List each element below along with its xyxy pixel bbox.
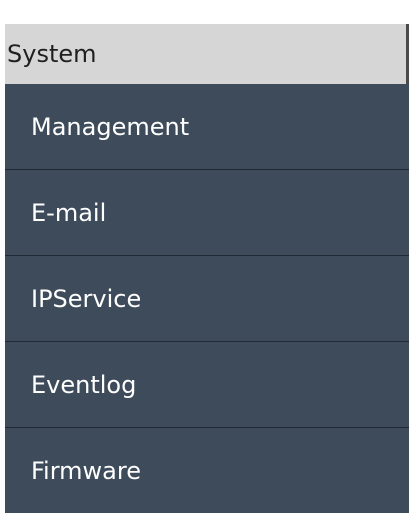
nav-section-header-label: System xyxy=(7,40,97,68)
menu-item-management[interactable]: Management xyxy=(5,84,409,170)
menu-item-eventlog[interactable]: Eventlog xyxy=(5,342,409,428)
sidebar-nav: System Management E-mail IPService Event… xyxy=(5,24,409,513)
menu-item-label: E-mail xyxy=(31,198,107,227)
menu-item-email[interactable]: E-mail xyxy=(5,170,409,256)
nav-section-header-system[interactable]: System xyxy=(5,24,409,84)
page: System Management E-mail IPService Event… xyxy=(0,0,409,515)
menu-item-label: Eventlog xyxy=(31,370,137,399)
menu-item-label: Management xyxy=(31,112,190,141)
menu-item-ipservice[interactable]: IPService xyxy=(5,256,409,342)
menu-item-firmware[interactable]: Firmware xyxy=(5,428,409,513)
submenu-list: Management E-mail IPService Eventlog Fir… xyxy=(5,84,409,513)
menu-item-label: IPService xyxy=(31,284,142,313)
menu-item-label: Firmware xyxy=(31,456,141,485)
